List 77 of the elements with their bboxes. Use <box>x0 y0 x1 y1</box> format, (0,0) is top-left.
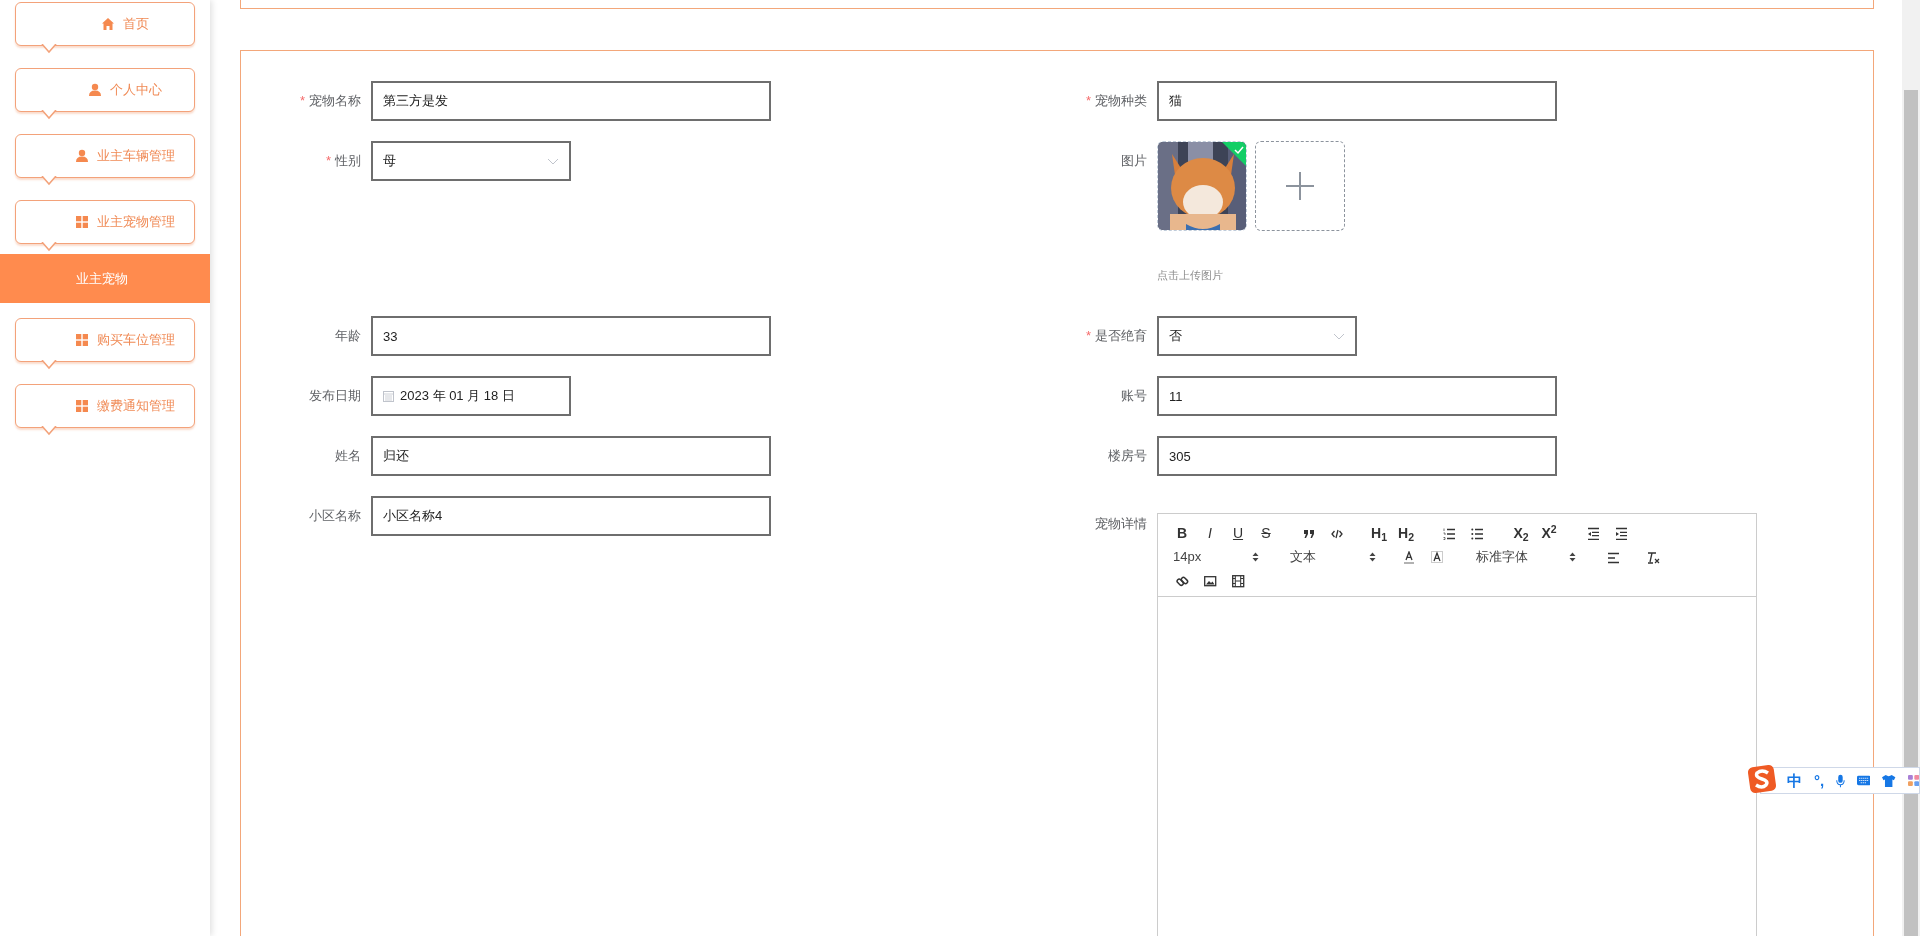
bubble-tail-icon <box>41 176 57 186</box>
select-field[interactable]: 母 <box>371 141 571 181</box>
select-field[interactable]: 否 <box>1157 316 1357 356</box>
format-button[interactable]: H$_{2}$ <box>1397 524 1415 542</box>
field-label: 宠物种类 <box>1095 92 1147 111</box>
date-picker[interactable]: 2023 年 01 月 18 日 <box>371 376 571 416</box>
shirt-icon <box>1882 772 1896 789</box>
required-mark: * <box>299 92 305 111</box>
field-label: 图片 <box>1121 152 1147 171</box>
image-icon <box>1203 574 1217 588</box>
align-left-icon <box>1606 550 1620 564</box>
text-input[interactable]: 11 <box>1157 376 1557 416</box>
field-label: 性别 <box>335 152 361 171</box>
field-label: 宠物名称 <box>309 92 361 111</box>
bubble-tail-icon <box>41 242 57 252</box>
field-label: 小区名称 <box>309 507 361 526</box>
user-icon <box>75 149 89 163</box>
film-icon <box>1231 574 1245 588</box>
ordered-list-icon <box>1442 526 1456 540</box>
text-input[interactable]: 猫 <box>1157 81 1557 121</box>
home-icon <box>101 17 115 31</box>
toolbar-button[interactable] <box>1428 548 1446 566</box>
outdent-icon <box>1586 526 1600 540</box>
upload-button[interactable] <box>1255 141 1345 231</box>
scrollbar-thumb[interactable] <box>1904 90 1918 936</box>
format-button[interactable]: I <box>1201 524 1219 542</box>
required-mark: * <box>1085 327 1091 346</box>
format-button[interactable]: X$^{2}$ <box>1540 524 1558 542</box>
link-icon <box>1175 574 1189 588</box>
text-input[interactable]: 第三方是发 <box>371 81 771 121</box>
toolbar-dropdown[interactable]: 文本 <box>1290 548 1376 566</box>
text-input[interactable]: 归还 <box>371 436 771 476</box>
ime-toggle[interactable]: 中 <box>1787 773 1802 788</box>
field-label: 楼房号 <box>1108 447 1147 466</box>
indent-icon <box>1614 526 1628 540</box>
format-button[interactable]: X$_{2}$ <box>1512 524 1530 542</box>
grid-icon <box>75 399 89 413</box>
text-input[interactable]: 小区名称4 <box>371 496 771 536</box>
format-button[interactable]: U <box>1229 524 1247 542</box>
plus-icon <box>1286 172 1314 200</box>
bullet-list-icon <box>1470 526 1484 540</box>
background-color-icon <box>1430 550 1444 564</box>
up-down-caret-icon <box>1369 552 1376 562</box>
clear-format-icon <box>1646 550 1660 564</box>
grid-icon <box>75 333 89 347</box>
bubble-tail-icon <box>41 44 57 54</box>
font-color-icon <box>1402 550 1416 564</box>
format-button[interactable]: S <box>1257 524 1275 542</box>
toolbar-dropdown[interactable]: 标准字体 <box>1476 548 1576 566</box>
field-label: 姓名 <box>335 447 361 466</box>
calendar-icon <box>383 390 394 402</box>
bubble-tail-icon <box>41 426 57 436</box>
chevron-down-icon <box>547 157 559 165</box>
field-label: 宠物详情 <box>1095 515 1147 533</box>
toolbar-dropdown[interactable]: 14px <box>1173 548 1259 566</box>
bubble-tail-icon <box>41 360 57 370</box>
up-down-caret-icon <box>1569 552 1576 562</box>
field-label: 发布日期 <box>309 387 361 406</box>
format-button[interactable]: B <box>1173 524 1191 542</box>
format-button[interactable]: H$_{1}$ <box>1370 524 1388 542</box>
up-down-caret-icon <box>1252 552 1259 562</box>
upload-hint: 点击上传图片 <box>1157 268 1224 283</box>
user-icon <box>88 83 102 97</box>
chevron-down-icon <box>1333 332 1345 340</box>
keyboard-icon <box>1857 774 1871 787</box>
text-input[interactable]: 33 <box>371 316 771 356</box>
ime-toggle[interactable]: °, <box>1814 773 1825 788</box>
toolbar-button[interactable] <box>1229 572 1247 590</box>
required-mark: * <box>325 152 331 171</box>
required-mark: * <box>1085 92 1091 111</box>
field-label: 账号 <box>1121 387 1147 406</box>
field-label: 是否绝育 <box>1095 327 1147 346</box>
bubble-tail-icon <box>41 110 57 120</box>
apps-icon <box>1907 773 1919 788</box>
grid-icon <box>75 215 89 229</box>
field-label: 年龄 <box>335 327 361 346</box>
text-input[interactable]: 305 <box>1157 436 1557 476</box>
